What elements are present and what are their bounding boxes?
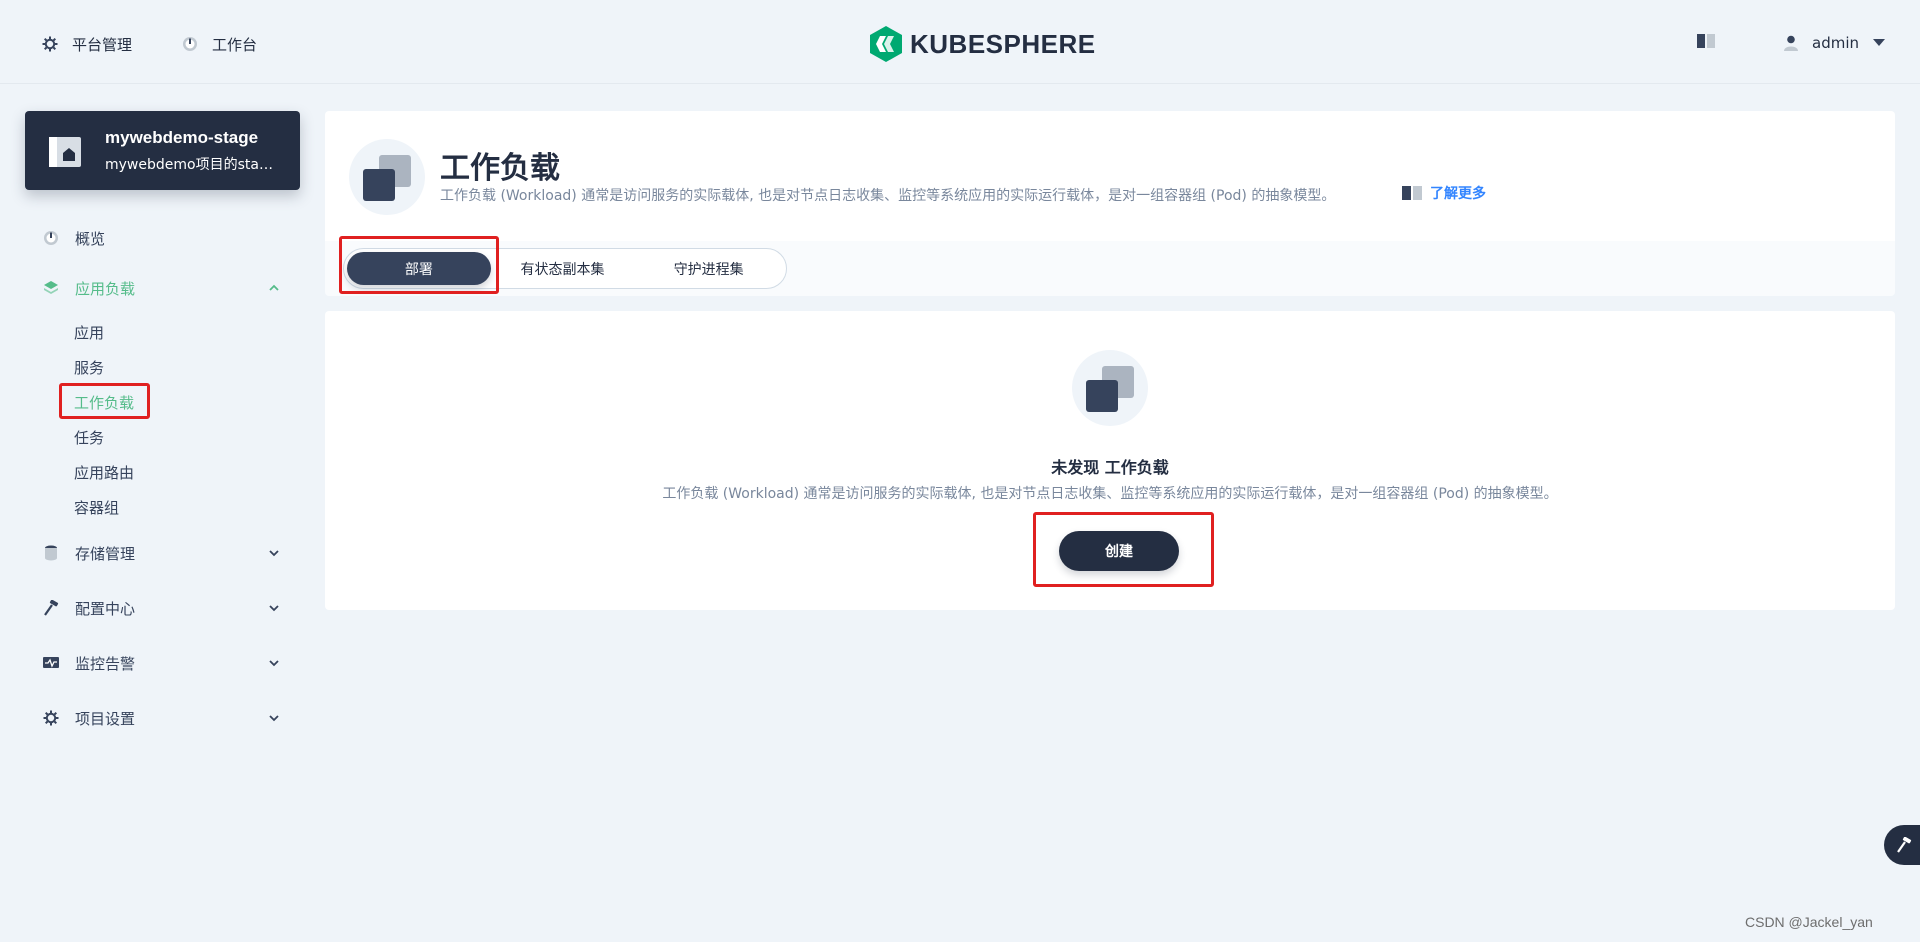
caret-down-icon xyxy=(1873,39,1885,46)
project-name: mywebdemo-stage xyxy=(105,127,259,147)
sidebar-sub-pods[interactable]: 容器组 xyxy=(74,496,119,518)
sidebar-item-config-center[interactable]: 配置中心 xyxy=(43,596,283,620)
user-menu[interactable]: admin xyxy=(1784,31,1885,55)
chevron-up-icon xyxy=(269,284,279,291)
nav-platform-management[interactable]: 平台管理 xyxy=(42,32,132,56)
book-icon xyxy=(1402,186,1422,200)
sidebar-item-app-workloads[interactable]: 应用负载 xyxy=(43,276,283,300)
monitor-icon xyxy=(43,655,59,671)
page-header: 工作负载 工作负载 (Workload) 通常是访问服务的实际载体, 也是对节点… xyxy=(325,111,1895,241)
project-selector[interactable]: mywebdemo-stage mywebdemo项目的sta… xyxy=(25,111,300,190)
empty-state: 未发现 工作负载 工作负载 (Workload) 通常是访问服务的实际载体, 也… xyxy=(325,311,1895,610)
tabs-bar: 部署 有状态副本集 守护进程集 xyxy=(325,241,1895,296)
sidebar-sub-jobs[interactable]: 任务 xyxy=(74,426,104,448)
sidebar-item-storage-label: 存储管理 xyxy=(75,544,136,563)
workload-icon xyxy=(349,139,425,215)
learn-more-label: 了解更多 xyxy=(1430,186,1486,202)
nav-workbench-label: 工作台 xyxy=(212,35,258,54)
nav-platform-management-label: 平台管理 xyxy=(72,35,133,54)
top-header: 平台管理 工作台 KUBESPHERE admin xyxy=(0,0,1920,84)
chevron-down-icon xyxy=(269,605,279,612)
sidebar-sub-services[interactable]: 服务 xyxy=(74,356,104,378)
sidebar-item-monitoring[interactable]: 监控告警 xyxy=(43,651,283,675)
sidebar-item-overview-label: 概览 xyxy=(75,229,106,248)
username: admin xyxy=(1812,34,1859,52)
sidebar-item-monitoring-label: 监控告警 xyxy=(75,654,136,673)
user-icon xyxy=(1784,35,1798,51)
tab-deployments[interactable]: 部署 xyxy=(347,252,491,285)
book-icon[interactable] xyxy=(1697,34,1715,48)
layers-icon xyxy=(43,280,59,296)
sidebar-item-storage[interactable]: 存储管理 xyxy=(43,541,283,565)
sidebar-item-app-workloads-label: 应用负载 xyxy=(75,279,136,298)
sidebar-item-config-center-label: 配置中心 xyxy=(75,599,136,618)
kubesphere-logo-icon xyxy=(870,26,902,62)
sidebar-item-project-settings[interactable]: 项目设置 xyxy=(43,706,283,730)
empty-state-description: 工作负载 (Workload) 通常是访问服务的实际载体, 也是对节点日志收集、… xyxy=(662,486,1558,502)
nav-workbench[interactable]: 工作台 xyxy=(182,32,257,56)
chevron-down-icon xyxy=(269,660,279,667)
sidebar-item-overview[interactable]: 概览 xyxy=(43,226,283,250)
sidebar-sub-workloads[interactable]: 工作负载 xyxy=(74,391,134,413)
page-title: 工作负载 xyxy=(440,151,560,186)
gear-icon xyxy=(42,36,58,52)
project-description: mywebdemo项目的sta… xyxy=(105,156,273,173)
watermark: CSDN @Jackel_yan xyxy=(1745,914,1873,930)
toolbox-button[interactable] xyxy=(1884,825,1920,865)
chevron-down-icon xyxy=(269,550,279,557)
tab-statefulsets[interactable]: 有状态副本集 xyxy=(491,252,635,285)
sidebar-sub-apps[interactable]: 应用 xyxy=(74,321,104,343)
empty-state-title: 未发现 工作负载 xyxy=(1051,458,1169,477)
learn-more-link[interactable]: 了解更多 xyxy=(1402,183,1486,203)
kubesphere-logo[interactable]: KUBESPHERE xyxy=(870,26,1096,62)
create-button[interactable]: 创建 xyxy=(1059,531,1179,571)
sidebar-item-project-settings-label: 项目设置 xyxy=(75,709,136,728)
page-description: 工作负载 (Workload) 通常是访问服务的实际载体, 也是对节点日志收集、… xyxy=(440,188,1336,204)
chevron-down-icon xyxy=(269,715,279,722)
sidebar-sub-ingresses[interactable]: 应用路由 xyxy=(74,461,134,483)
workload-icon xyxy=(1072,350,1148,426)
gear-icon xyxy=(43,710,59,726)
workload-type-tabs: 部署 有状态副本集 守护进程集 xyxy=(343,248,787,289)
dashboard-icon xyxy=(43,230,59,246)
logo-text: KUBESPHERE xyxy=(910,28,1096,59)
database-icon xyxy=(43,545,59,561)
tab-daemonsets[interactable]: 守护进程集 xyxy=(634,252,783,285)
hammer-icon xyxy=(43,600,59,616)
project-icon xyxy=(49,136,81,167)
dashboard-icon xyxy=(183,37,197,51)
hammer-icon xyxy=(1897,837,1912,853)
